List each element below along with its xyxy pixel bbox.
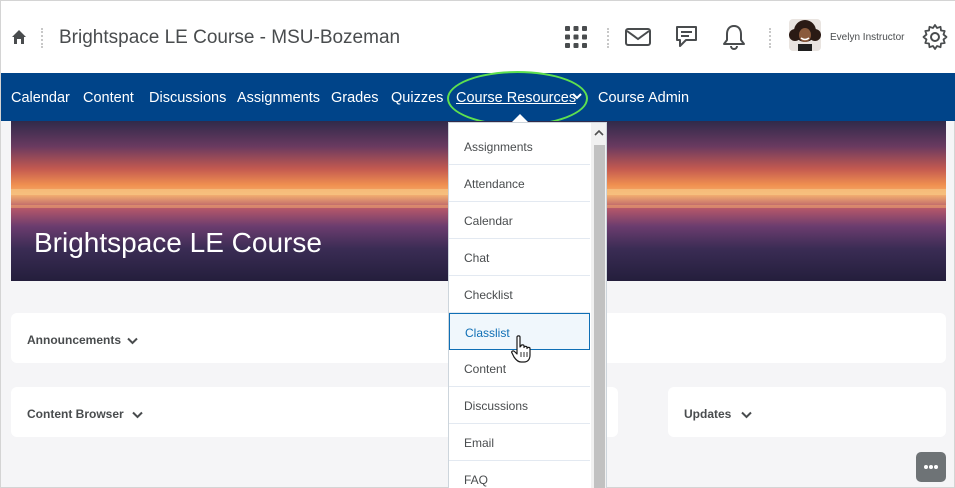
gear-icon[interactable]	[921, 23, 949, 51]
header-separator	[769, 28, 771, 48]
header-separator	[41, 28, 43, 48]
hand-pointer-cursor-icon	[511, 335, 531, 363]
dot	[934, 465, 938, 469]
more-options-button[interactable]	[916, 452, 946, 482]
menu-item-chat[interactable]: Chat	[449, 239, 590, 276]
apps-grid-icon[interactable]	[562, 23, 590, 51]
course-title[interactable]: Brightspace LE Course - MSU-Bozeman	[59, 27, 400, 49]
widget-updates: Updates	[668, 387, 946, 437]
menu-item-email[interactable]: Email	[449, 424, 590, 461]
bell-icon[interactable]	[720, 23, 748, 51]
chevron-down-icon[interactable]	[127, 337, 138, 345]
dot	[929, 465, 933, 469]
top-header: Brightspace LE Course - MSU-Bozeman Evel…	[1, 1, 955, 73]
banner-title: Brightspace LE Course	[34, 227, 322, 258]
widget-title[interactable]: Content Browser	[27, 407, 124, 421]
menu-item-discussions[interactable]: Discussions	[449, 387, 590, 424]
chevron-down-icon[interactable]	[132, 411, 143, 419]
dropdown-pointer	[512, 114, 528, 122]
menu-item-faq[interactable]: FAQ	[449, 461, 590, 488]
scroll-up-icon[interactable]	[594, 129, 604, 137]
nav-discussions[interactable]: Discussions	[149, 90, 226, 106]
avatar[interactable]	[789, 19, 821, 51]
course-resources-dropdown: Assignments Attendance Calendar Chat Che…	[448, 122, 607, 488]
home-icon[interactable]	[11, 29, 27, 45]
nav-quizzes[interactable]: Quizzes	[391, 90, 443, 106]
widget-title[interactable]: Announcements	[27, 333, 121, 347]
mail-icon[interactable]	[624, 23, 652, 51]
nav-course-admin[interactable]: Course Admin	[598, 90, 689, 106]
dropdown-scrollbar-thumb[interactable]	[594, 145, 605, 488]
widget-title[interactable]: Updates	[684, 407, 731, 421]
nav-calendar[interactable]: Calendar	[11, 90, 70, 106]
menu-item-attendance[interactable]: Attendance	[449, 165, 590, 202]
nav-assignments[interactable]: Assignments	[237, 90, 320, 106]
menu-item-assignments[interactable]: Assignments	[449, 128, 590, 165]
menu-item-checklist[interactable]: Checklist	[449, 276, 590, 313]
chat-icon[interactable]	[672, 23, 700, 51]
dot	[924, 465, 928, 469]
nav-content[interactable]: Content	[83, 90, 134, 106]
nav-grades[interactable]: Grades	[331, 90, 379, 106]
menu-item-calendar[interactable]: Calendar	[449, 202, 590, 239]
header-separator	[607, 28, 609, 48]
user-name[interactable]: Evelyn Instructor	[830, 32, 904, 43]
chevron-down-icon[interactable]	[741, 411, 752, 419]
